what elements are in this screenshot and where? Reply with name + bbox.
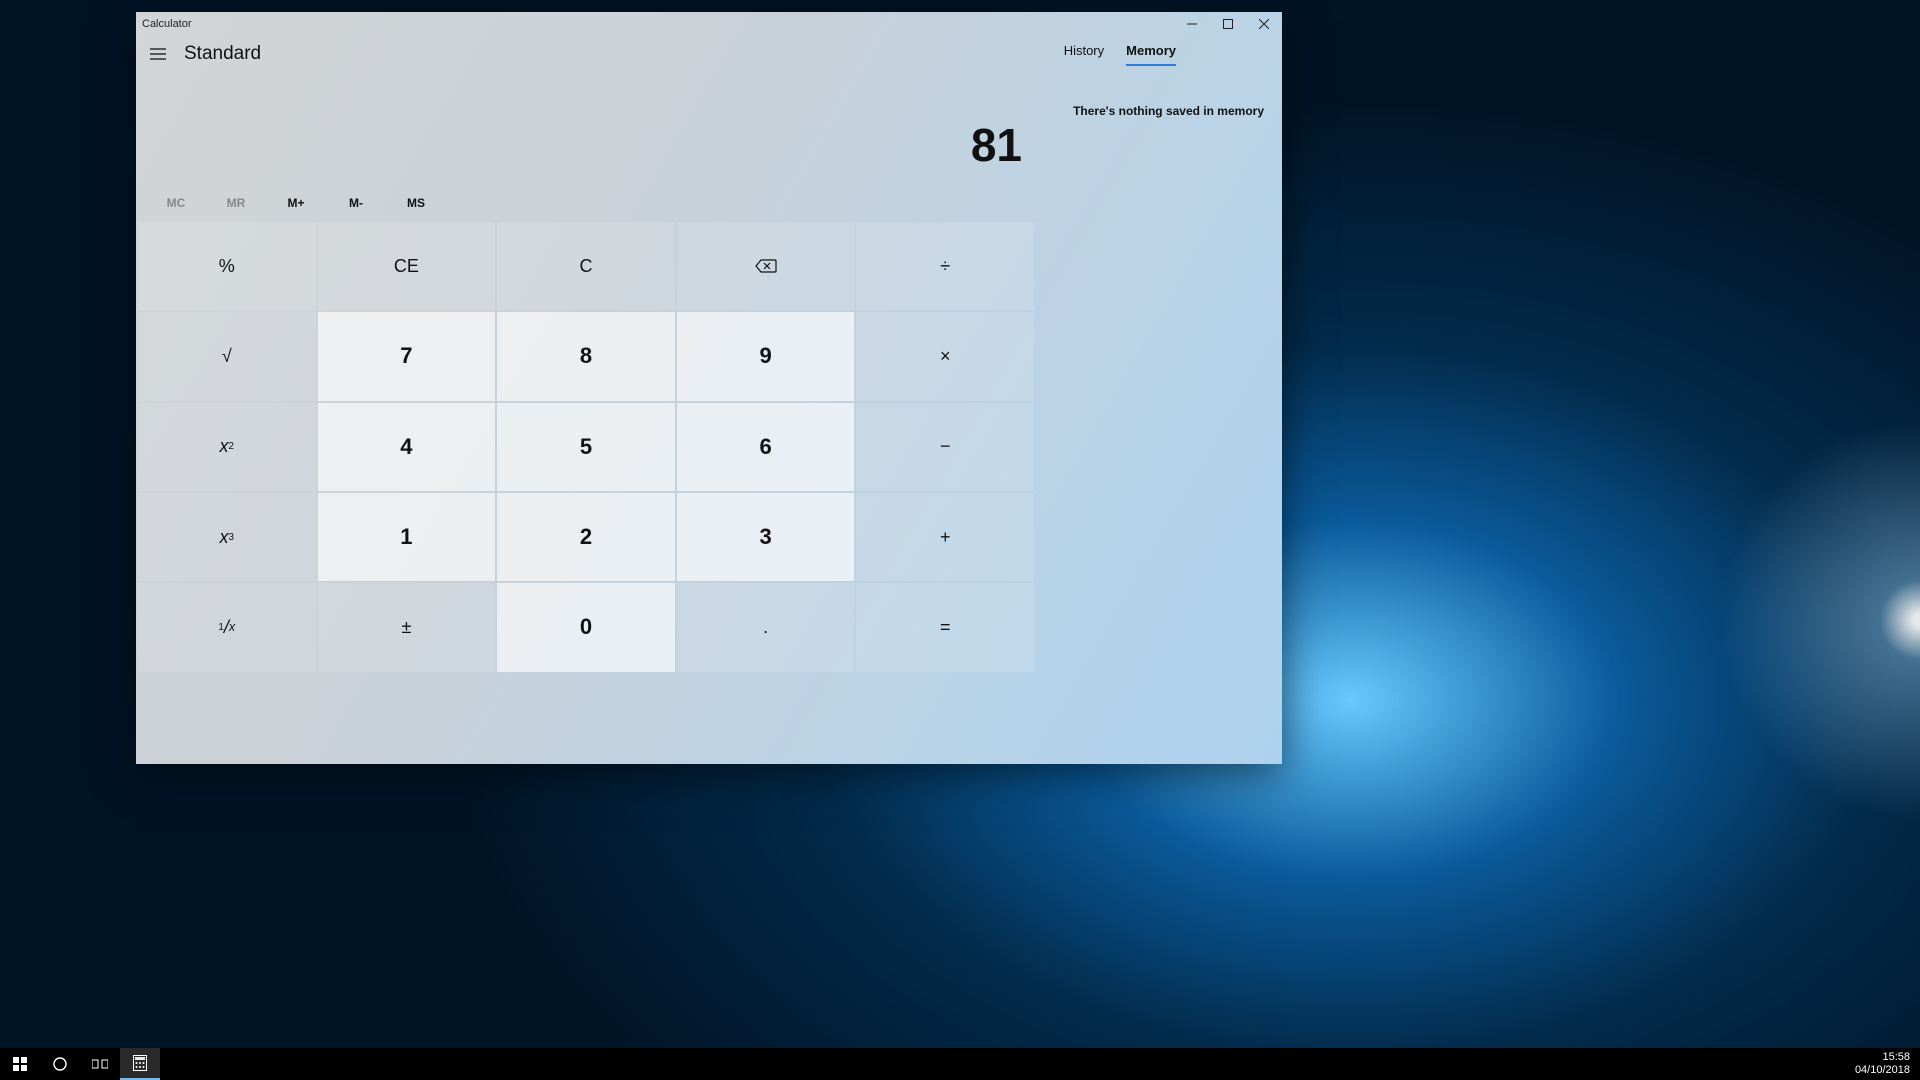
negate-button[interactable]: ± [318, 583, 496, 671]
close-button[interactable] [1246, 12, 1282, 36]
digit-9-button[interactable]: 9 [677, 312, 855, 400]
divide-button[interactable]: ÷ [856, 222, 1034, 310]
clear-entry-button[interactable]: CE [318, 222, 496, 310]
task-view-icon [92, 1058, 108, 1070]
task-view-button[interactable] [80, 1048, 120, 1080]
maximize-button[interactable] [1210, 12, 1246, 36]
reciprocal-button[interactable]: 1/x [138, 583, 316, 671]
minimize-button[interactable] [1174, 12, 1210, 36]
digit-5-button[interactable]: 5 [497, 403, 675, 491]
keypad: % CE C ÷ √ 7 8 9 × x2 4 5 6 − x3 1 2 3 +… [136, 220, 1036, 764]
hamburger-icon [150, 48, 166, 60]
digit-6-button[interactable]: 6 [677, 403, 855, 491]
display-value: 81 [136, 68, 1282, 186]
equals-button[interactable]: = [856, 583, 1034, 671]
system-clock[interactable]: 15:58 04/10/2018 [1845, 1051, 1920, 1077]
windows-icon [13, 1057, 27, 1071]
calculator-window: Calculator Standard History Memory There… [136, 12, 1282, 764]
add-button[interactable]: + [856, 493, 1034, 581]
cube-button[interactable]: x3 [138, 493, 316, 581]
calculator-icon [133, 1055, 147, 1071]
sqrt-button[interactable]: √ [138, 312, 316, 400]
minimize-icon [1187, 19, 1197, 29]
maximize-icon [1223, 19, 1233, 29]
memory-row: MC MR M+ M- MS [136, 186, 1036, 220]
reciprocal-x: x [229, 620, 235, 634]
close-icon [1259, 19, 1269, 29]
top-tabs: History Memory [1064, 43, 1272, 66]
taskbar: 15:58 04/10/2018 [0, 1048, 1920, 1080]
square-button[interactable]: x2 [138, 403, 316, 491]
header: Standard History Memory [136, 36, 1282, 68]
clear-button[interactable]: C [497, 222, 675, 310]
digit-1-button[interactable]: 1 [318, 493, 496, 581]
memory-subtract-button[interactable]: M- [326, 190, 386, 216]
taskbar-app-calculator[interactable] [120, 1048, 160, 1080]
tab-history[interactable]: History [1064, 43, 1104, 66]
reciprocal-numerator: 1 [218, 622, 224, 633]
start-button[interactable] [0, 1048, 40, 1080]
digit-7-button[interactable]: 7 [318, 312, 496, 400]
backspace-icon [755, 259, 777, 273]
window-title: Calculator [142, 18, 192, 30]
clock-date: 04/10/2018 [1855, 1064, 1910, 1077]
clock-time: 15:58 [1855, 1051, 1910, 1064]
memory-empty-message: There's nothing saved in memory [1073, 104, 1264, 118]
menu-button[interactable] [146, 42, 170, 66]
digit-8-button[interactable]: 8 [497, 312, 675, 400]
mode-title: Standard [184, 43, 261, 65]
cortana-button[interactable] [40, 1048, 80, 1080]
subtract-button[interactable]: − [856, 403, 1034, 491]
multiply-button[interactable]: × [856, 312, 1034, 400]
backspace-button[interactable] [677, 222, 855, 310]
cortana-icon [53, 1057, 67, 1071]
memory-store-button[interactable]: MS [386, 190, 446, 216]
tab-memory[interactable]: Memory [1126, 43, 1176, 66]
digit-4-button[interactable]: 4 [318, 403, 496, 491]
digit-2-button[interactable]: 2 [497, 493, 675, 581]
decimal-button[interactable]: . [677, 583, 855, 671]
percent-button[interactable]: % [138, 222, 316, 310]
titlebar: Calculator [136, 12, 1282, 36]
digit-0-button[interactable]: 0 [497, 583, 675, 671]
digit-3-button[interactable]: 3 [677, 493, 855, 581]
memory-add-button[interactable]: M+ [266, 190, 326, 216]
memory-clear-button[interactable]: MC [146, 190, 206, 216]
memory-recall-button[interactable]: MR [206, 190, 266, 216]
